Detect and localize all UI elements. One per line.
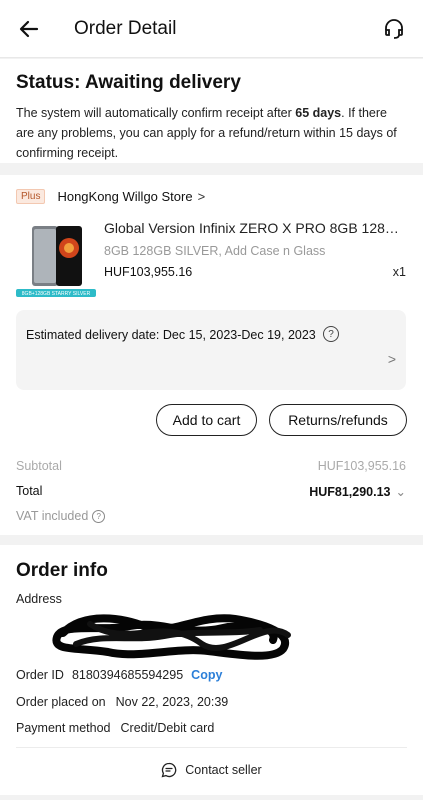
order-info-title: Order info <box>16 560 108 581</box>
app-header: Order Detail <box>0 0 423 58</box>
copy-order-id-button[interactable]: Copy <box>191 668 222 682</box>
returns-refunds-button[interactable]: Returns/refunds <box>269 404 407 436</box>
subtotal-value: HUF103,955.16 <box>317 459 406 473</box>
total-row[interactable]: Total HUF81,290.13 ⌄ <box>16 484 406 499</box>
order-info-card: Order info Address Order ID 8180394685594… <box>0 545 423 795</box>
order-status-panel: Status: Awaiting delivery The system wil… <box>0 59 423 163</box>
chat-icon <box>161 762 177 778</box>
help-icon[interactable]: ? <box>323 326 339 342</box>
status-description: The system will automatically confirm re… <box>16 103 407 163</box>
order-id-row: Order ID 8180394685594295 Copy <box>16 668 222 682</box>
product-quantity: x1 <box>392 265 406 279</box>
order-id-value: 8180394685594295 <box>71 668 184 682</box>
back-button[interactable] <box>14 14 44 44</box>
plus-badge: Plus <box>16 189 46 204</box>
chevron-right-icon: > <box>197 189 206 204</box>
product-image[interactable]: 8GB+128GB STARRY SILVER <box>16 223 96 301</box>
subtotal-label: Subtotal <box>16 459 62 473</box>
product-name[interactable]: Global Version Infinix ZERO X PRO 8GB 12… <box>104 220 409 236</box>
address-redaction-scribble <box>52 614 291 660</box>
chevron-right-icon: > <box>387 351 396 367</box>
contact-seller-button[interactable]: Contact seller <box>0 762 423 778</box>
order-product-card: Plus HongKong Willgo Store > 8GB+128GB S… <box>0 175 423 535</box>
payment-method-row: Payment method Credit/Debit card <box>16 721 214 735</box>
add-to-cart-button[interactable]: Add to cart <box>156 404 257 436</box>
chevron-down-icon: ⌄ <box>395 485 406 499</box>
status-description-prefix: The system will automatically confirm re… <box>16 106 296 120</box>
payment-method-value: Credit/Debit card <box>120 721 215 735</box>
divider <box>16 747 407 748</box>
address-label: Address <box>16 592 62 606</box>
arrow-left-icon <box>19 20 39 38</box>
order-placed-label: Order placed on <box>16 695 106 709</box>
total-value: HUF81,290.13 <box>309 485 391 499</box>
product-price: HUF103,955.16 <box>104 265 193 279</box>
help-icon[interactable]: ? <box>92 509 106 523</box>
vat-label: VAT included <box>16 509 89 523</box>
order-placed-row: Order placed on Nov 22, 2023, 20:39 <box>16 695 228 709</box>
order-id-label: Order ID <box>16 668 64 682</box>
customer-service-button[interactable] <box>379 14 409 44</box>
status-title: Status: Awaiting delivery <box>16 72 241 93</box>
store-link[interactable]: Plus HongKong Willgo Store > <box>16 189 205 204</box>
contact-seller-label: Contact seller <box>185 763 262 777</box>
vat-row: VAT included ? <box>16 509 406 523</box>
delivery-estimate[interactable]: Estimated delivery date: Dec 15, 2023-De… <box>16 310 406 390</box>
product-variant: 8GB 128GB SILVER, Add Case n Glass <box>104 244 326 258</box>
subtotal-row: Subtotal HUF103,955.16 <box>16 459 406 473</box>
payment-method-label: Payment method <box>16 721 111 735</box>
auto-confirm-days: 65 days <box>295 106 342 120</box>
page-title: Order Detail <box>74 18 177 39</box>
store-name: HongKong Willgo Store <box>57 189 193 204</box>
headset-icon <box>385 19 403 39</box>
order-placed-value: Nov 22, 2023, 20:39 <box>115 695 229 709</box>
product-image-tag: 8GB+128GB STARRY SILVER <box>22 291 91 297</box>
total-label: Total <box>16 484 43 498</box>
delivery-date: Estimated delivery date: Dec 15, 2023-De… <box>26 328 316 342</box>
